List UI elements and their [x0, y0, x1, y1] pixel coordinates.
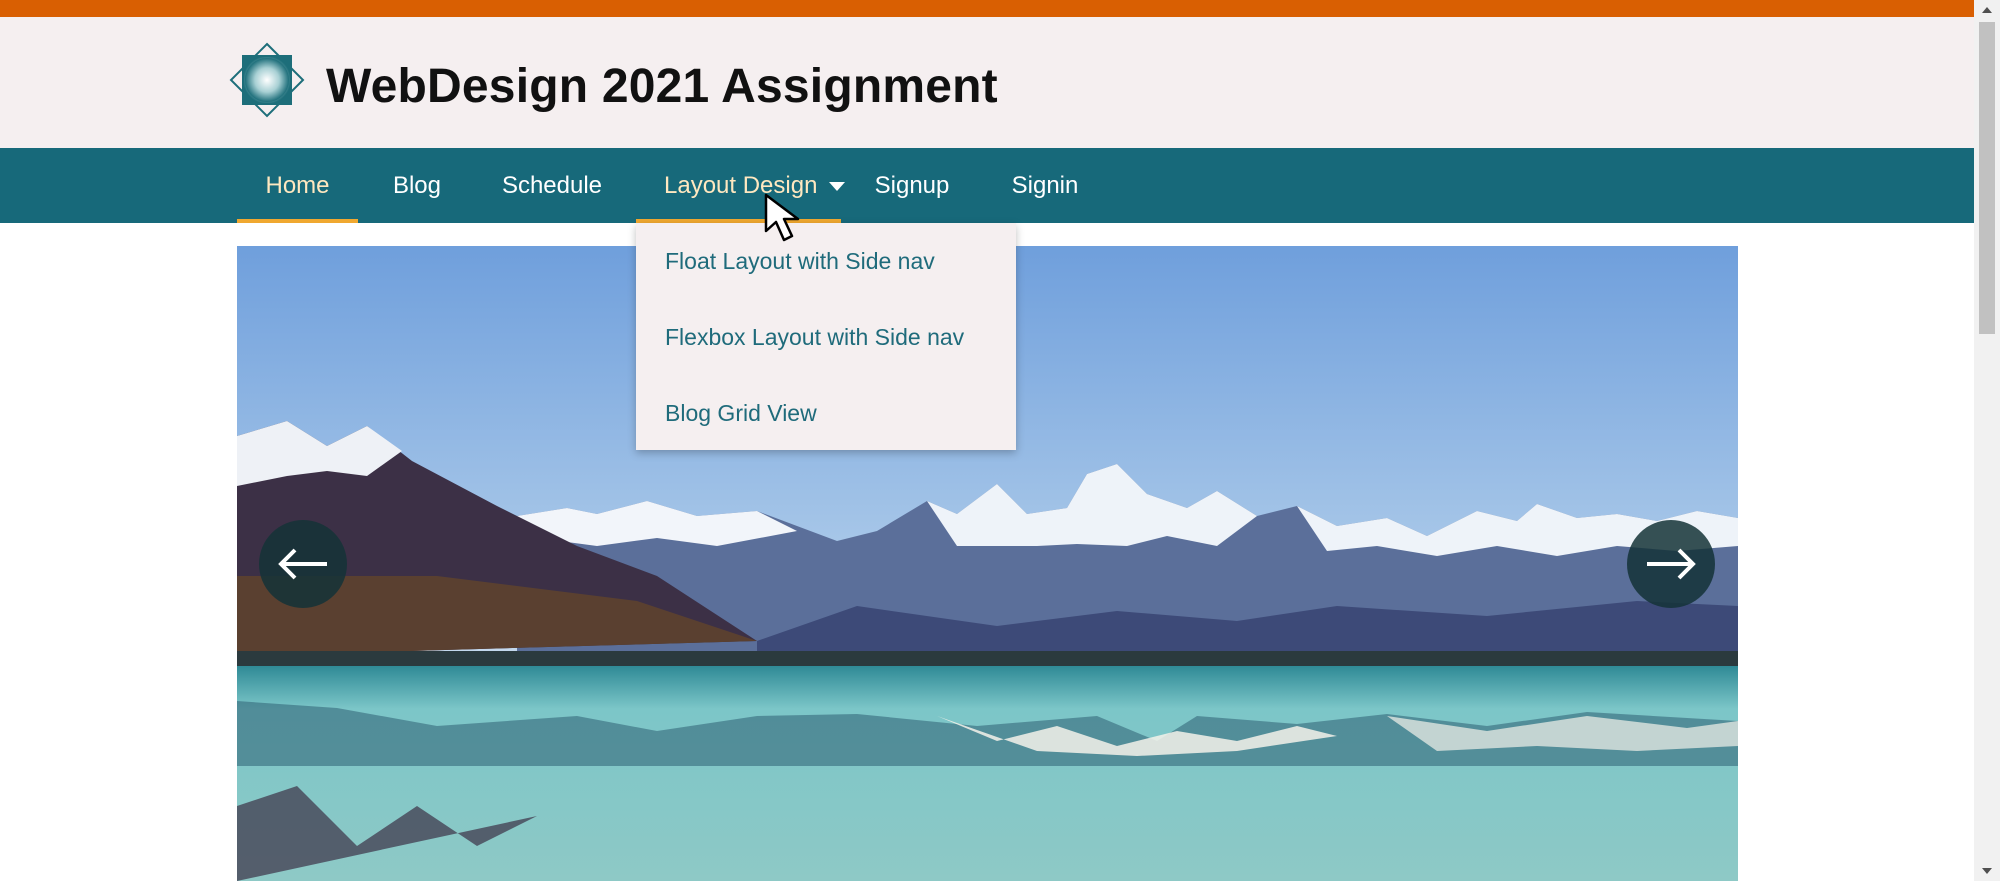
- scrollbar-thumb[interactable]: [1979, 22, 1995, 334]
- dropdown-item-float-layout[interactable]: Float Layout with Side nav: [665, 248, 935, 275]
- slideshow-prev-button[interactable]: [259, 520, 347, 608]
- arrow-right-icon: [1647, 548, 1696, 580]
- nav-item-signup[interactable]: Signup: [850, 148, 974, 223]
- nav-item-home[interactable]: Home: [237, 148, 358, 223]
- nav-item-label: Home: [265, 172, 330, 199]
- nav-item-signin[interactable]: Signin: [981, 148, 1109, 223]
- site-header: WebDesign 2021 Assignment: [0, 17, 1974, 148]
- nav-item-schedule[interactable]: Schedule: [476, 148, 628, 223]
- main-nav: Home Blog Schedule Layout Design Signup …: [0, 148, 1974, 223]
- nav-item-layout-design[interactable]: Layout Design: [636, 148, 846, 223]
- nav-item-label: Signup: [874, 172, 950, 199]
- dropdown-item-flexbox-layout[interactable]: Flexbox Layout with Side nav: [665, 324, 964, 351]
- nav-item-label: Layout Design: [664, 172, 818, 199]
- nav-item-label: Signin: [1011, 172, 1079, 199]
- site-title: WebDesign 2021 Assignment: [326, 60, 998, 113]
- nav-item-label: Schedule: [501, 172, 603, 199]
- dropdown-item-blog-grid-view[interactable]: Blog Grid View: [665, 400, 817, 427]
- slideshow-next-button[interactable]: [1627, 520, 1715, 608]
- layout-design-dropdown: Float Layout with Side nav Flexbox Layou…: [636, 223, 1016, 450]
- diamond-logo-icon[interactable]: [228, 41, 306, 119]
- caret-down-icon: [829, 182, 846, 192]
- top-accent-bar: [0, 0, 1974, 17]
- scroll-up-icon[interactable]: [1974, 0, 2000, 20]
- nav-item-blog[interactable]: Blog: [358, 148, 476, 223]
- scroll-down-icon[interactable]: [1974, 861, 2000, 881]
- arrow-left-icon: [278, 548, 327, 580]
- vertical-scrollbar[interactable]: [1974, 0, 2000, 881]
- nav-item-label: Blog: [392, 172, 442, 199]
